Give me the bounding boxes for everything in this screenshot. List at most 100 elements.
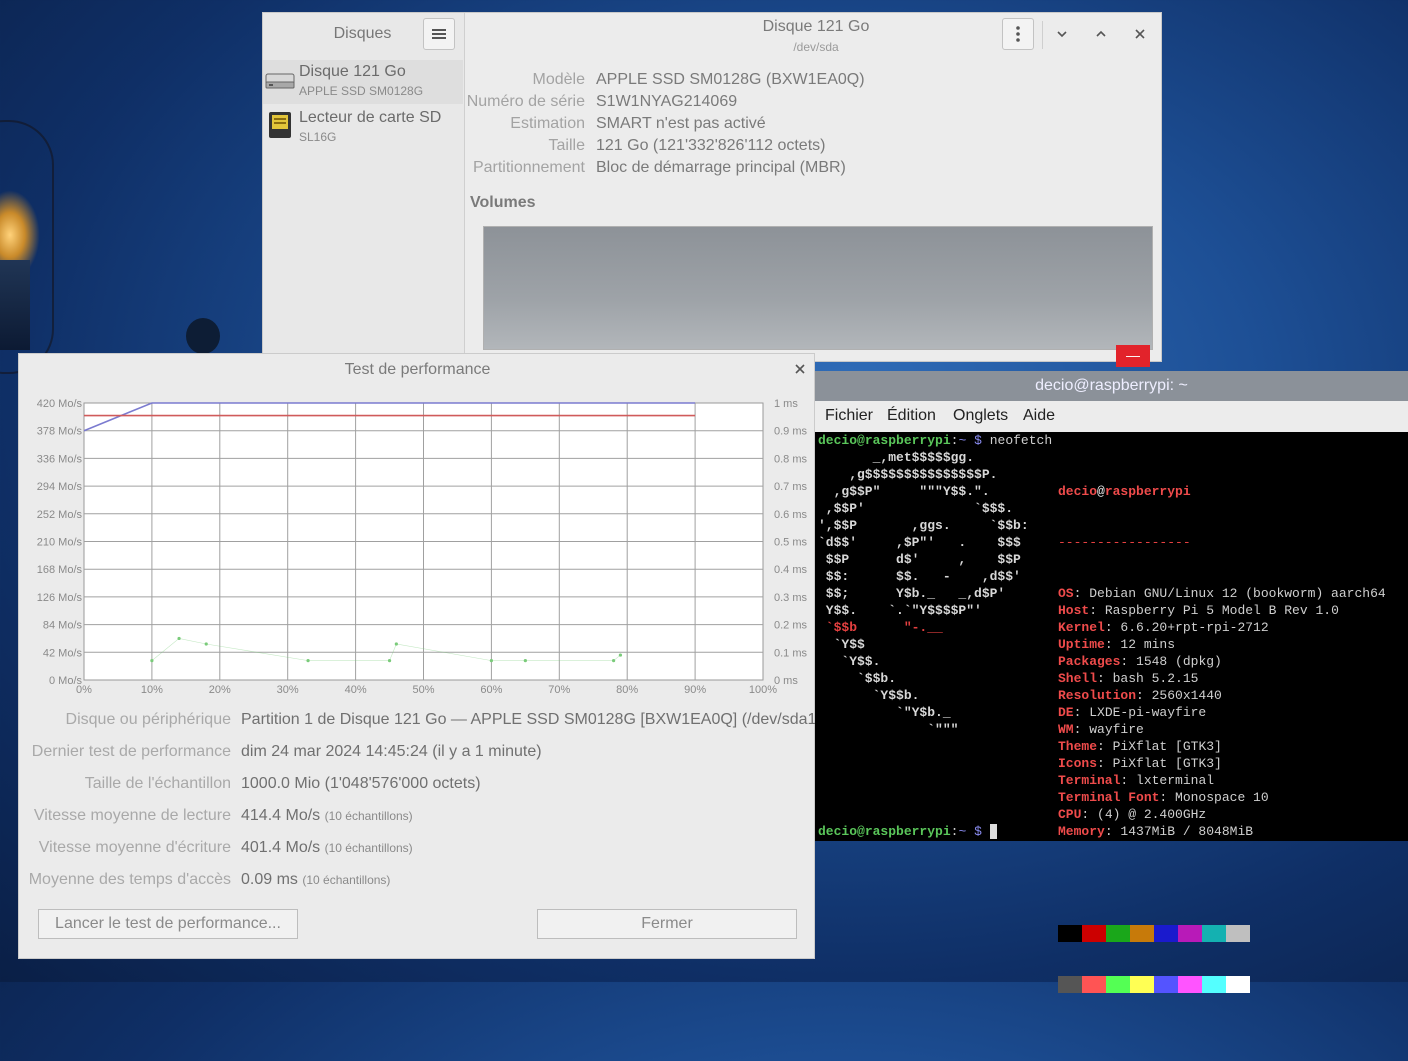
y-right-tick-label: 0.2 ms (774, 620, 808, 632)
minimize-icon[interactable] (1055, 29, 1075, 39)
close-icon[interactable] (794, 363, 806, 375)
prompt-at: @ (857, 433, 865, 448)
sidebar-item-sd-card[interactable]: Lecteur de carte SD SL16G (263, 106, 463, 150)
info-value: (4) @ 2.400GHz (1097, 807, 1207, 822)
info-value-text: 0.09 ms (241, 871, 298, 888)
prop-key: Taille (548, 137, 585, 154)
prop-value: APPLE SSD SM0128G (BXW1EA0Q) (596, 71, 865, 88)
x-tick-label: 60% (480, 684, 502, 696)
prompt-path: ~ (958, 433, 967, 448)
menu-aide[interactable]: Aide (1023, 407, 1055, 425)
info-line: Terminal: lxterminal (1058, 772, 1386, 789)
access-time-point (204, 642, 208, 646)
info-line: DE: LXDE-pi-wayfire (1058, 704, 1386, 721)
volume-remove-button[interactable]: — (1116, 345, 1150, 367)
info-colon: : (1104, 637, 1121, 652)
prop-value: S1W1NYAG214069 (596, 93, 738, 110)
y-right-tick-label: 0.1 ms (774, 647, 808, 659)
bird-silhouette (186, 318, 220, 354)
ascii-logo: _,met$$$$$gg. ,g$$$$$$$$$$$$$$$P. ,g$$P"… (818, 449, 1029, 738)
info-colon: : (1073, 586, 1090, 601)
info-key: Resolution (1058, 688, 1137, 703)
terminal-menubar: Fichier Édition Onglets Aide (815, 401, 1408, 432)
prop-value: SMART n'est pas activé (596, 115, 766, 132)
info-value: 0.09 ms (10 échantillons) (241, 871, 390, 889)
info-host: raspberrypi (1104, 484, 1191, 499)
prop-value: Bloc de démarrage principal (MBR) (596, 159, 846, 176)
color-swatch (1226, 976, 1250, 993)
info-row-read-speed: Vitesse moyenne de lecture 414.4 Mo/s (1… (19, 807, 816, 831)
y-left-tick-label: 210 Mo/s (37, 537, 83, 549)
info-row-device: Disque ou périphérique Partition 1 de Di… (19, 711, 822, 735)
hamburger-menu-button[interactable] (423, 18, 455, 50)
info-value-sub: (10 échantillons) (302, 873, 391, 887)
info-colon: : (1097, 671, 1113, 686)
y-left-tick-label: 168 Mo/s (37, 564, 83, 576)
info-value: Partition 1 de Disque 121 Go — APPLE SSD… (241, 711, 822, 729)
kebab-icon (1016, 26, 1020, 42)
ascii-line: `"Y$b._ (818, 705, 951, 720)
info-key: Packages (1058, 654, 1121, 669)
ascii-line: Y$$. `.`"Y$$$$P"' (818, 603, 982, 618)
info-colon: : (1089, 603, 1105, 618)
ascii-line: `Y$$ (818, 637, 865, 652)
info-value-text: 401.4 Mo/s (241, 839, 321, 856)
header-divider (1042, 21, 1043, 49)
info-key: Memory (1058, 824, 1105, 839)
prompt-dollar: $ (974, 824, 982, 839)
terminal-window: decio@raspberrypi: ~ Fichier Édition Ong… (815, 371, 1408, 993)
close-icon[interactable] (1133, 28, 1153, 40)
y-left-tick-label: 252 Mo/s (37, 509, 83, 521)
prompt-dollar: $ (974, 433, 982, 448)
color-swatch (1154, 976, 1178, 993)
prop-key: Modèle (532, 71, 585, 88)
y-right-tick-label: 0.7 ms (774, 481, 808, 493)
info-lines: OS: Debian GNU/Linux 12 (bookworm) aarch… (1058, 585, 1386, 840)
start-benchmark-button[interactable]: Lancer le test de performance... (38, 909, 298, 939)
color-swatch (1202, 925, 1226, 942)
sidebar-item-disk[interactable]: Disque 121 Go APPLE SSD SM0128G (263, 60, 463, 104)
x-tick-label: 30% (277, 684, 299, 696)
y-right-tick-label: 0 ms (774, 675, 798, 687)
color-palette (1058, 891, 1386, 1027)
device-name: Disque 121 Go (299, 63, 406, 80)
y-right-tick-label: 0.9 ms (774, 426, 808, 438)
info-key: DE (1058, 705, 1074, 720)
maximize-icon[interactable] (1094, 29, 1114, 39)
palette-row-bright (1058, 976, 1386, 993)
color-swatch (1082, 925, 1106, 942)
prompt-at: @ (857, 824, 865, 839)
menu-fichier[interactable]: Fichier (825, 407, 873, 425)
info-line: Shell: bash 5.2.15 (1058, 670, 1386, 687)
info-value: PiXflat [GTK3] (1112, 756, 1222, 771)
ascii-line: ,g$$P" """Y$$.". (818, 484, 990, 499)
menu-edition[interactable]: Édition (887, 407, 936, 425)
info-value: 1000.0 Mio (1'048'576'000 octets) (241, 775, 481, 793)
info-value: 12 mins (1120, 637, 1176, 652)
prompt-line: decio@raspberrypi:~ $ neofetch (818, 432, 1052, 449)
y-left-tick-label: 294 Mo/s (37, 481, 83, 493)
color-swatch (1106, 925, 1130, 942)
ascii-line: `Y$$b. (818, 688, 920, 703)
info-line: OS: Debian GNU/Linux 12 (bookworm) aarch… (1058, 585, 1386, 602)
info-colon: : (1073, 722, 1090, 737)
info-at: @ (1097, 484, 1105, 499)
y-left-tick-label: 378 Mo/s (37, 426, 83, 438)
volume-map[interactable] (483, 226, 1153, 350)
info-row-last-test: Dernier test de performance dim 24 mar 2… (19, 743, 816, 767)
menu-icon (432, 29, 446, 39)
info-colon: : (1081, 807, 1098, 822)
menu-onglets[interactable]: Onglets (953, 407, 1008, 425)
info-line: Host: Raspberry Pi 5 Model B Rev 1.0 (1058, 602, 1386, 619)
ascii-line: _,met$$$$$gg. (818, 450, 975, 465)
terminal-body[interactable]: decio@raspberrypi:~ $ neofetch _,met$$$$… (818, 432, 1408, 993)
palette-row-normal (1058, 925, 1386, 942)
disk-menu-button[interactable] (1002, 18, 1034, 50)
prompt-user: decio (818, 433, 858, 448)
access-time-point (612, 659, 616, 663)
info-line: WM: wayfire (1058, 721, 1386, 738)
close-button[interactable]: Fermer (537, 909, 797, 939)
sd-card-icon (269, 112, 291, 138)
y-right-tick-label: 0.6 ms (774, 509, 808, 521)
y-left-tick-label: 420 Mo/s (37, 398, 83, 410)
